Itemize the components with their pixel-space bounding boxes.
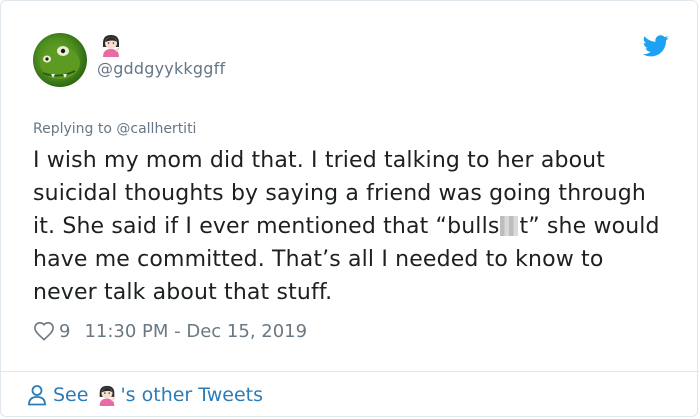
tweet-text: I wish my mom did that. I tried talking …: [33, 144, 673, 309]
replying-prefix: Replying to: [33, 121, 117, 137]
avatar[interactable]: [33, 33, 87, 87]
divider: [1, 371, 699, 372]
tweet-meta: 9 11:30 PM - Dec 15, 2019: [33, 319, 307, 343]
user-handle[interactable]: @gddgyykkggff: [97, 59, 225, 78]
replying-to-handle[interactable]: @callhertiti: [116, 121, 196, 137]
woman-tipping-hand-emoji: [99, 33, 123, 57]
see-other-tweets-link[interactable]: See 's other Tweets: [27, 382, 263, 408]
replying-to: Replying to @callhertiti: [33, 121, 196, 137]
twitter-bird-icon[interactable]: [642, 35, 669, 57]
tweet-card: @gddgyykkggff Replying to @callhertiti I…: [0, 0, 699, 417]
heart-outline-icon[interactable]: [33, 321, 55, 341]
tweet-timestamp[interactable]: 11:30 PM - Dec 15, 2019: [84, 321, 307, 342]
censor-pixelation: [500, 216, 519, 236]
see-label: See: [53, 384, 89, 406]
woman-tipping-hand-emoji: [96, 384, 118, 406]
person-icon: [27, 384, 47, 406]
others-label: 's other Tweets: [120, 384, 263, 406]
like-count[interactable]: 9: [59, 321, 70, 342]
